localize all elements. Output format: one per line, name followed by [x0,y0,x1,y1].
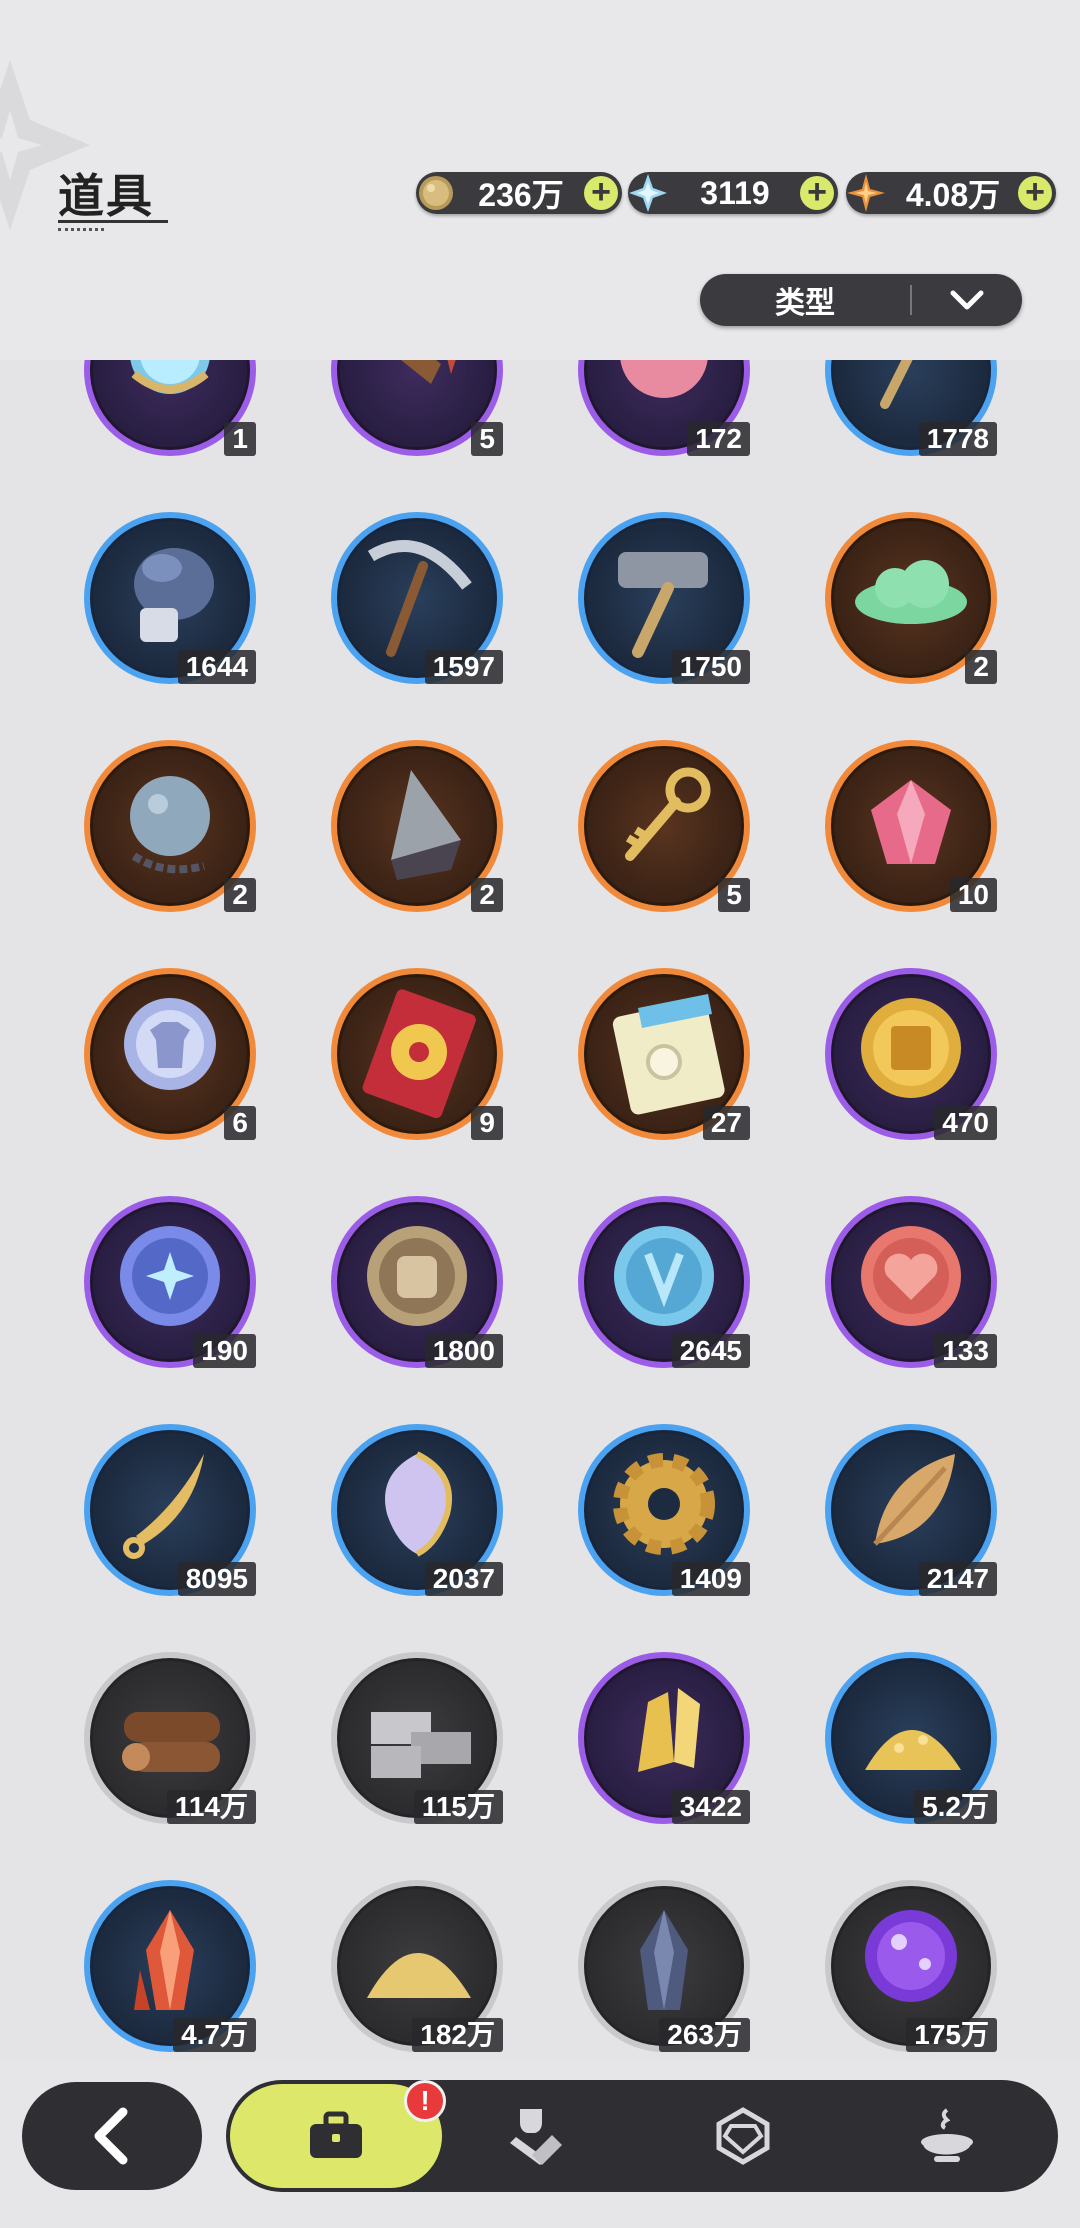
item-count: 175万 [906,2018,997,2052]
item-count: 1 [224,422,256,456]
item-count: 1597 [424,650,503,684]
add-gold-button[interactable]: + [584,175,618,210]
item-count: 5 [718,878,750,912]
inventory-item[interactable]: 5 [541,712,788,940]
inventory-item[interactable]: 1597 [294,484,541,712]
notification-badge: ! [404,2080,446,2122]
inventory-item[interactable]: 190 [47,1168,294,1396]
currency-crystal-value: 3119 [700,174,770,211]
crystal-icon [626,171,670,215]
currency-crystal[interactable]: 3119 + [628,172,838,214]
item-count: 2037 [424,1562,503,1596]
inventory-item[interactable]: 172 [541,360,788,484]
inventory-item[interactable]: 1644 [47,484,294,712]
item-count: 8095 [177,1562,256,1596]
item-count: 115万 [413,1790,503,1824]
item-grid: 1 5 172 1778 1644 1597 1750 2 2 2 5 10 6 9 27 470 190 180… [0,360,1080,2060]
item-count: 2 [471,878,503,912]
item-count: 2147 [918,1562,997,1596]
currency-stargem[interactable]: 4.08万 + [846,172,1056,214]
tab-gems[interactable] [668,2080,818,2192]
inventory-item[interactable]: 470 [788,940,1035,1168]
inventory-item[interactable]: 182万 [294,1852,541,2060]
inventory-item[interactable]: 175万 [788,1852,1035,2060]
inventory-item[interactable]: 8095 [47,1396,294,1624]
item-count: 172 [687,422,750,456]
gold-coin-icon [414,171,458,215]
item-count: 2 [224,878,256,912]
item-count: 6 [224,1106,256,1140]
item-count: 1409 [671,1562,750,1596]
item-count: 2645 [671,1334,750,1368]
add-crystal-button[interactable]: + [800,175,834,210]
item-count: 133 [934,1334,997,1368]
inventory-item[interactable]: 1778 [788,360,1035,484]
gem-icon [716,2107,770,2165]
chevron-left-icon [94,2107,128,2165]
inventory-item[interactable]: 5.2万 [788,1624,1035,1852]
inventory-item[interactable]: 5 [294,360,541,484]
inventory-item[interactable]: 1750 [541,484,788,712]
item-grid-viewport[interactable]: 1 5 172 1778 1644 1597 1750 2 2 2 5 10 6 9 27 470 190 180… [0,360,1080,2060]
item-count: 3422 [671,1790,750,1824]
inventory-item[interactable]: 115万 [294,1624,541,1852]
item-count: 114万 [166,1790,256,1824]
inventory-item[interactable]: 10 [788,712,1035,940]
item-count: 5 [471,422,503,456]
item-count: 1800 [424,1334,503,1368]
armor-icon [510,2109,562,2165]
inventory-item[interactable]: 6 [47,940,294,1168]
back-button[interactable] [22,2082,202,2190]
tab-cooking[interactable] [872,2080,1022,2192]
title-dots [58,228,104,234]
type-filter-label: 类型 [775,287,835,320]
inventory-item[interactable]: 2 [47,712,294,940]
inventory-item[interactable]: 1 [47,360,294,484]
item-count: 4.7万 [173,2018,256,2052]
inventory-item[interactable]: 27 [541,940,788,1168]
inventory-item[interactable]: 2147 [788,1396,1035,1624]
inventory-item[interactable]: 263万 [541,1852,788,2060]
item-count: 9 [471,1106,503,1140]
inventory-item[interactable]: 2037 [294,1396,541,1624]
item-count: 1644 [177,650,256,684]
title-underline [58,220,168,223]
inventory-item[interactable]: 2645 [541,1168,788,1396]
type-filter-dropdown[interactable]: 类型 [700,274,1022,326]
inventory-item[interactable]: 9 [294,940,541,1168]
item-count: 190 [193,1334,256,1368]
tab-equipment[interactable] [462,2080,612,2192]
currency-stargem-value: 4.08万 [905,177,1001,213]
inventory-item[interactable]: 114万 [47,1624,294,1852]
cauldron-icon [921,2108,973,2162]
inventory-item[interactable]: 2 [788,484,1035,712]
toolbox-icon [310,2111,362,2158]
item-count: 2 [965,650,997,684]
item-count: 27 [702,1106,750,1140]
item-count: 470 [934,1106,997,1140]
inventory-item[interactable]: 133 [788,1168,1035,1396]
add-stargem-button[interactable]: + [1018,175,1052,210]
currency-gold-value: 236万 [478,177,564,213]
currency-gold[interactable]: 236万 + [416,172,622,214]
item-count: 1750 [671,650,750,684]
inventory-item[interactable]: 2 [294,712,541,940]
item-count: 10 [949,878,997,912]
page-title: 道具 [58,170,154,222]
item-count: 1778 [918,422,997,456]
item-count: 5.2万 [914,1790,997,1824]
item-count: 263万 [659,2018,750,2052]
inventory-item[interactable]: 4.7万 [47,1852,294,2060]
inventory-item[interactable]: 3422 [541,1624,788,1852]
item-count: 182万 [412,2018,503,2052]
chevron-down-icon [912,289,1022,311]
inventory-item[interactable]: 1409 [541,1396,788,1624]
inventory-item[interactable]: 1800 [294,1168,541,1396]
star-gem-icon [844,171,888,215]
